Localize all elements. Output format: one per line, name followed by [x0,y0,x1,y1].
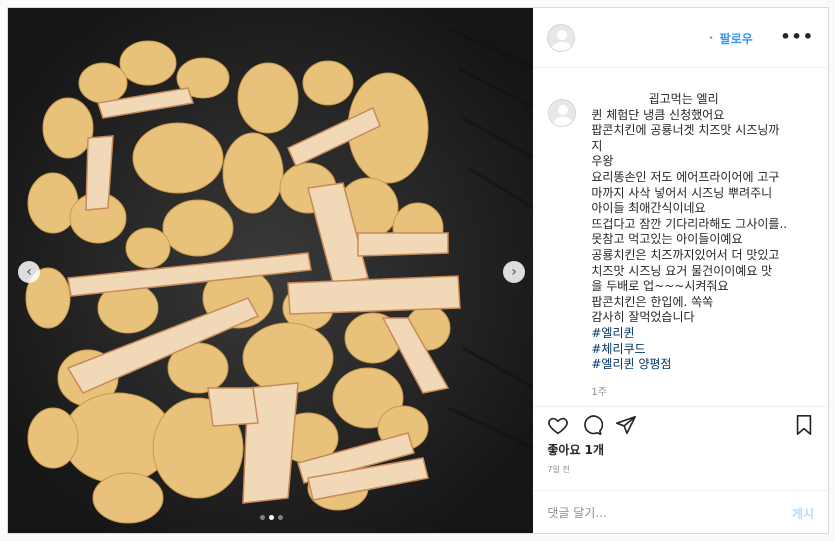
hashtag-link[interactable]: #체리쿠드 [591,342,645,356]
carousel-indicator [260,515,283,520]
comment-form: 게시 [533,490,828,535]
hashtag-link[interactable]: #엘리퀸 [591,326,634,340]
caption-line: 못참고 먹고있는 아이들이예요 [591,232,743,247]
caption-author-avatar[interactable] [548,99,577,127]
post-photo: ‹ › [8,8,534,533]
caption-line: 아이들 최애간식이네요 [591,201,706,216]
comment-icon[interactable] [581,414,604,436]
caption-line: 요리똥손인 저도 에어프라이어에 고구 [591,169,780,184]
post-timestamp[interactable]: 7일 전 [547,464,569,475]
follow-button[interactable]: 팔로우 [720,30,753,47]
fried-food-image [8,8,534,533]
caption-line: 공룡치킨은 치즈까지있어서 더 맛있고 [591,247,780,262]
caption-line: 뜨겁다고 잠깐 기다리라해도 그사이를.. [591,216,788,231]
caption-line: 지 [591,138,603,153]
separator: • [708,33,714,44]
carousel-dot-active [269,515,274,520]
chevron-right-icon: › [511,264,517,280]
caption-line: 우왕 [591,154,614,169]
previous-photo-button[interactable]: ‹ [18,261,40,283]
carousel-dot [260,515,265,520]
caption-line: 굅고먹는 엘리 [591,92,719,106]
post-sidebar: • 팔로우 ••• 굅고먹는 엘리 퀸 체험단 냉큼 신청했어요 팝콘치킨에 공… [533,8,828,533]
caption-line: 팝콘치킨은 한입에. 쏙쏙 [591,294,714,309]
instagram-post: ‹ › • 팔로우 ••• 굅고먹는 엘리 퀸 체험단 냉큼 신청했어요 팝콘치… [7,7,829,534]
caption-line: 마까지 사삭 넣어서 시즈닝 뿌려주니 [591,185,773,200]
heart-icon[interactable] [547,414,569,436]
caption-line: 을 두배로 업~~~시켜줘요 [591,279,729,294]
author-avatar[interactable] [547,23,576,52]
like-count[interactable]: 좋아요 1개 [547,441,604,458]
next-photo-button[interactable]: › [503,261,525,283]
caption-line: 치즈맛 시즈닝 요거 물건이이예요 맛 [591,263,773,278]
chevron-left-icon: ‹ [26,264,32,280]
share-icon[interactable] [615,414,637,436]
post-caption: 굅고먹는 엘리 퀸 체험단 냉큼 신청했어요 팝콘치킨에 공룡너겟 치즈맛 시즈… [591,92,814,373]
more-icon[interactable]: ••• [780,27,814,46]
comment-input[interactable] [547,506,792,520]
comments-area: 굅고먹는 엘리 퀸 체험단 냉큼 신청했어요 팝콘치킨에 공룡너겟 치즈맛 시즈… [533,68,828,533]
bookmark-icon[interactable] [794,414,814,436]
caption-line: 감사히 잘먹었습니다 [591,310,695,325]
post-header: • 팔로우 ••• [533,8,828,68]
carousel-dot [278,515,283,520]
action-bar [533,406,828,442]
hashtag-link[interactable]: #엘리퀸 양평점 [591,357,671,371]
post-comment-button[interactable]: 게시 [792,505,814,522]
caption-line: 퀸 체험단 냉큼 신청했어요 [591,107,725,122]
caption-line: 팝콘치킨에 공룡너겟 치즈맛 시즈닝까 [591,123,780,138]
caption-time: 1주 [591,386,607,398]
